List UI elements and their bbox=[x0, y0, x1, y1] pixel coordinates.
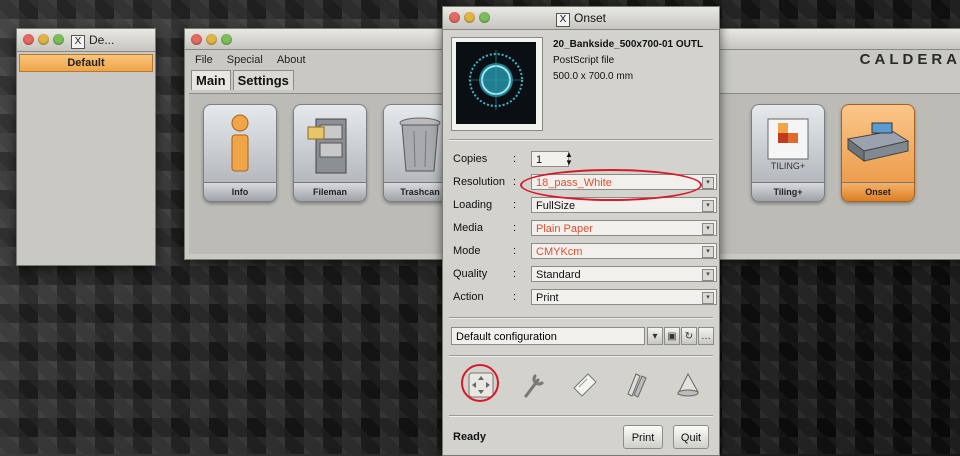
refresh-icon[interactable]: ↻ bbox=[681, 327, 697, 345]
tile-info[interactable]: Info bbox=[203, 104, 277, 202]
tiling-icon: TILING+ bbox=[767, 118, 809, 171]
tile-label: Fileman bbox=[294, 182, 366, 201]
tab-main[interactable]: Main bbox=[191, 70, 231, 90]
onset-window: X Onset 20_Bankside_500x700-01 OUTL PostS… bbox=[442, 6, 720, 456]
close-button[interactable] bbox=[191, 34, 202, 45]
tab-settings[interactable]: Settings bbox=[232, 70, 294, 90]
tile-label: Info bbox=[204, 182, 276, 201]
action-label: Action bbox=[453, 291, 484, 303]
default-window: X De... Default bbox=[16, 28, 156, 266]
svg-text:TILING+: TILING+ bbox=[771, 161, 805, 171]
wrench-icon[interactable] bbox=[515, 367, 551, 403]
tile-tiling-plus[interactable]: TILING+ Tiling+ bbox=[751, 104, 825, 202]
print-button[interactable]: Print bbox=[623, 425, 663, 449]
minimize-button[interactable] bbox=[206, 34, 217, 45]
tile-label: Onset bbox=[842, 182, 914, 201]
copies-row: Copies : 1 ▲ ▼ bbox=[453, 150, 573, 167]
caldera-logo: CALDERA bbox=[859, 51, 960, 68]
tile-label: Tiling+ bbox=[752, 182, 824, 201]
x11-icon: X bbox=[555, 13, 570, 27]
menu-about[interactable]: About bbox=[277, 50, 306, 70]
info-icon bbox=[231, 114, 249, 172]
file-type: PostScript file bbox=[553, 55, 615, 66]
action-select[interactable]: Print ▾ bbox=[531, 289, 717, 305]
tile-fileman[interactable]: Fileman bbox=[293, 104, 367, 202]
job-thumbnail bbox=[451, 37, 543, 131]
tile-onset[interactable]: Onset bbox=[841, 104, 915, 202]
zoom-button[interactable] bbox=[221, 34, 232, 45]
close-button[interactable] bbox=[23, 34, 34, 45]
resolution-row: Resolution : 18_pass_White ▾ bbox=[453, 174, 717, 192]
default-list-item[interactable]: Default bbox=[19, 54, 153, 72]
resolution-select[interactable]: 18_pass_White ▾ bbox=[531, 174, 717, 190]
dropdown-icon: ▾ bbox=[702, 246, 714, 258]
window-title: De... bbox=[89, 33, 115, 47]
loading-row: Loading : FullSize ▾ bbox=[453, 197, 717, 215]
dropdown-icon: ▾ bbox=[702, 200, 714, 212]
config-dropdown-button[interactable]: ▾ bbox=[647, 327, 663, 345]
quality-select[interactable]: Standard ▾ bbox=[531, 266, 717, 282]
printer-icon bbox=[846, 122, 910, 162]
status-text: Ready bbox=[453, 431, 487, 443]
window-title: Onset bbox=[573, 11, 606, 25]
divider bbox=[449, 415, 713, 417]
mode-label: Mode bbox=[453, 245, 481, 257]
configuration-select[interactable]: Default configuration bbox=[451, 327, 645, 345]
loading-label: Loading bbox=[453, 199, 493, 211]
file-size: 500.0 x 700.0 mm bbox=[553, 71, 634, 82]
menu-file[interactable]: File bbox=[195, 50, 213, 70]
action-row: Action : Print ▾ bbox=[453, 289, 717, 307]
dropdown-icon: ▾ bbox=[702, 223, 714, 235]
mode-row: Mode : CMYKcm ▾ bbox=[453, 243, 717, 261]
position-tool-icon[interactable] bbox=[463, 367, 499, 403]
more-options-button[interactable]: … bbox=[698, 327, 714, 345]
file-name: 20_Bankside_500x700-01 OUTL bbox=[553, 39, 704, 50]
minimize-button[interactable] bbox=[38, 34, 49, 45]
artwork-preview bbox=[468, 50, 524, 110]
media-select[interactable]: Plain Paper ▾ bbox=[531, 220, 717, 236]
quit-button[interactable]: Quit bbox=[673, 425, 709, 449]
mode-select[interactable]: CMYKcm ▾ bbox=[531, 243, 717, 259]
paper-roll-icon[interactable] bbox=[567, 367, 603, 403]
dropdown-icon: ▾ bbox=[702, 177, 714, 189]
color-swatches-icon[interactable] bbox=[619, 367, 655, 403]
file-cabinet-icon bbox=[307, 118, 347, 174]
x11-icon: X bbox=[71, 35, 85, 49]
copies-label: Copies bbox=[453, 153, 488, 165]
dropdown-icon: ▾ bbox=[702, 292, 714, 304]
dropdown-icon: ▾ bbox=[702, 269, 714, 281]
zoom-button[interactable] bbox=[53, 34, 64, 45]
copies-input[interactable]: 1 bbox=[531, 151, 569, 167]
media-row: Media : Plain Paper ▾ bbox=[453, 220, 717, 238]
divider bbox=[449, 355, 713, 357]
divider bbox=[449, 317, 713, 319]
menu-special[interactable]: Special bbox=[227, 50, 263, 70]
titlebar: X Onset bbox=[443, 7, 719, 30]
loading-select[interactable]: FullSize ▾ bbox=[531, 197, 717, 213]
media-label: Media bbox=[453, 222, 483, 234]
quality-label: Quality bbox=[453, 268, 488, 280]
quality-row: Quality : Standard ▾ bbox=[453, 266, 717, 284]
divider bbox=[449, 139, 713, 141]
cone-icon[interactable] bbox=[669, 367, 705, 403]
titlebar: X De... bbox=[17, 29, 155, 52]
resolution-label: Resolution bbox=[453, 176, 505, 188]
save-config-icon[interactable]: ▣ bbox=[664, 327, 680, 345]
copies-stepper[interactable]: ▲ ▼ bbox=[565, 151, 573, 167]
